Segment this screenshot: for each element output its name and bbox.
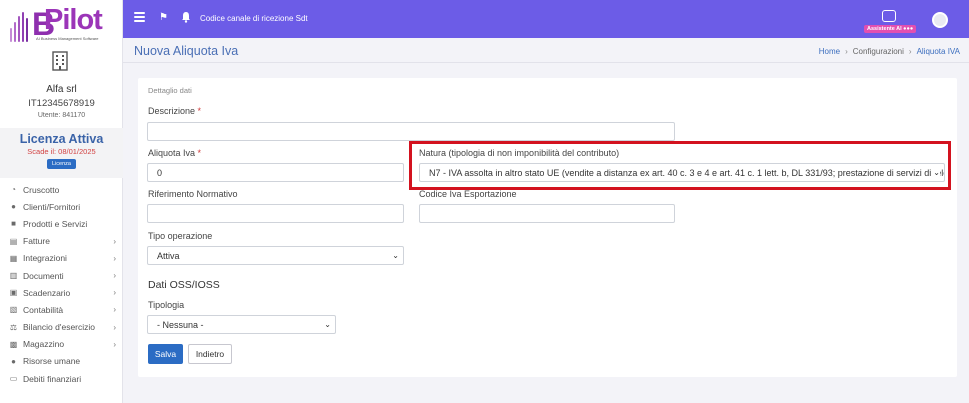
tipologia-select[interactable]: - Nessuna - ⌄	[147, 315, 336, 334]
sidebar-item-label: Magazzino	[23, 339, 65, 350]
codice-esportazione-label: Codice Iva Esportazione	[419, 189, 517, 199]
sidebar-item-integrazioni[interactable]: ▦ Integrazioni ›	[0, 250, 123, 267]
riferimento-input[interactable]	[147, 204, 404, 223]
breadcrumb: Home › Configurazioni › Aliquota IVA	[819, 47, 960, 56]
sidebar-item-prodotti[interactable]: ■ Prodotti e Servizi	[0, 215, 123, 232]
finance-icon: ▭	[9, 374, 18, 384]
chevron-right-icon: ›	[113, 288, 116, 298]
chevron-down-icon: ⌄	[324, 320, 331, 329]
sidebar-item-label: Clienti/Fornitori	[23, 201, 81, 212]
bell-icon[interactable]	[181, 11, 191, 23]
sidebar-item-risorse-umane[interactable]: ● Risorse umane	[0, 353, 123, 370]
breadcrumb-current: Aliquota IVA	[916, 47, 960, 56]
bpilot-logo[interactable]: B Pilot AI Business Management Software	[6, 4, 118, 44]
sidebar-item-clienti[interactable]: ● Clienti/Fornitori	[0, 198, 123, 215]
codice-esportazione-input[interactable]	[419, 204, 675, 223]
logo-tagline: AI Business Management Software	[36, 36, 99, 41]
tipologia-value: - Nessuna -	[157, 319, 204, 330]
company-user: Utente: 841170	[37, 112, 86, 119]
sidebar-item-label: Contabilità	[23, 304, 64, 315]
breadcrumb-separator-icon: ›	[845, 47, 848, 56]
tipologia-label: Tipologia	[148, 300, 185, 310]
balance-icon: ⚖	[9, 322, 18, 332]
aliquota-input[interactable]: 0	[147, 163, 404, 182]
box-icon: ■	[11, 219, 16, 229]
integration-icon: ▦	[9, 253, 18, 263]
licence-title: Licenza Attiva	[19, 132, 104, 146]
header-divider	[123, 62, 969, 63]
sidebar-item-cruscotto[interactable]: ◔ Cruscotto	[0, 181, 123, 198]
descrizione-label: Descrizione *	[148, 106, 202, 116]
sidebar: B Pilot AI Business Management Software …	[0, 0, 123, 403]
chevron-down-icon: ⌄	[392, 251, 399, 260]
form-card: Dettaglio dati Descrizione * Aliquota Iv…	[138, 78, 957, 377]
sidebar-item-label: Documenti	[23, 270, 64, 281]
people-icon: ●	[11, 356, 16, 366]
chat-icon	[882, 10, 896, 22]
chevron-right-icon: ›	[113, 305, 116, 315]
sidebar-item-label: Debiti finanziari	[23, 373, 82, 384]
breadcrumb-section[interactable]: Configurazioni	[853, 47, 904, 56]
sidebar-item-documenti[interactable]: ▥ Documenti ›	[0, 267, 123, 284]
aliquota-label: Aliquota Iva *	[148, 148, 202, 158]
dashboard-icon: ◔	[11, 185, 16, 195]
sidebar-menu: ◔ Cruscotto ● Clienti/Fornitori ■ Prodot…	[0, 181, 123, 387]
company-vat: IT12345678919	[28, 98, 95, 109]
licence-expiry: Scade il: 08/01/2025	[27, 147, 96, 156]
sidebar-item-label: Integrazioni	[23, 253, 67, 264]
sidebar-item-debiti-finanziari[interactable]: ▭ Debiti finanziari	[0, 370, 123, 387]
invoice-icon: ▤	[9, 236, 18, 246]
chevron-right-icon: ›	[113, 270, 116, 280]
tipo-operazione-select[interactable]: Attiva ⌄	[147, 246, 404, 265]
breadcrumb-home[interactable]: Home	[819, 47, 840, 56]
section-title: Dettaglio dati	[148, 86, 192, 95]
sidebar-item-label: Bilancio d'esercizio	[23, 322, 96, 333]
descrizione-input[interactable]	[147, 122, 675, 141]
flag-icon[interactable]: ⚑	[159, 12, 168, 23]
topbar: ⚑ Codice canale di ricezione Sdt Assiste…	[123, 0, 969, 38]
chevron-right-icon: ›	[113, 236, 116, 246]
company-name: Alfa srl	[46, 84, 77, 95]
sidebar-item-bilancio[interactable]: ⚖ Bilancio d'esercizio ›	[0, 319, 123, 336]
back-button[interactable]: Indietro	[188, 344, 232, 364]
natura-highlight-frame	[409, 141, 951, 190]
ai-assistant-badge: Assistente AI ●●●	[864, 25, 917, 33]
sidebar-item-scadenzario[interactable]: ▣ Scadenzario ›	[0, 284, 123, 301]
sidebar-item-label: Prodotti e Servizi	[23, 218, 88, 229]
ai-assistant-button[interactable]: Assistente AI ●●●	[864, 8, 917, 34]
sidebar-item-contabilita[interactable]: ▧ Contabilità ›	[0, 301, 123, 318]
licence-button[interactable]: Licenza	[47, 159, 76, 169]
riferimento-label: Riferimento Normativo	[148, 189, 238, 199]
logo-name: Pilot	[44, 4, 103, 36]
warehouse-icon: ▩	[9, 339, 18, 349]
oss-heading: Dati OSS/IOSS	[148, 279, 220, 291]
building-icon	[52, 51, 68, 71]
calendar-icon: ▣	[9, 288, 18, 298]
chevron-right-icon: ›	[113, 322, 116, 332]
page-title: Nuova Aliquota Iva	[134, 44, 239, 58]
sidebar-item-label: Scadenzario	[23, 287, 71, 298]
avatar[interactable]	[932, 12, 948, 28]
document-icon: ▥	[9, 271, 18, 281]
tipo-operazione-value: Attiva	[157, 250, 180, 261]
sidebar-item-label: Cruscotto	[23, 184, 60, 195]
breadcrumb-separator-icon: ›	[908, 47, 912, 56]
menu-toggle-icon[interactable]	[134, 12, 145, 22]
sidebar-item-label: Fatture	[23, 236, 50, 247]
topbar-title: Codice canale di ricezione Sdt	[200, 14, 308, 23]
sidebar-item-magazzino[interactable]: ▩ Magazzino ›	[0, 336, 123, 353]
user-icon: ●	[11, 202, 16, 212]
chevron-right-icon: ›	[113, 253, 116, 263]
tipo-operazione-label: Tipo operazione	[148, 231, 213, 241]
sidebar-item-label: Risorse umane	[23, 356, 81, 367]
licence-box: Licenza Attiva Scade il: 08/01/2025 Lice…	[0, 128, 123, 178]
chevron-right-icon: ›	[113, 339, 116, 349]
save-button[interactable]: Salva	[148, 344, 183, 364]
accounting-icon: ▧	[9, 305, 18, 315]
sidebar-item-fatture[interactable]: ▤ Fatture ›	[0, 233, 123, 250]
